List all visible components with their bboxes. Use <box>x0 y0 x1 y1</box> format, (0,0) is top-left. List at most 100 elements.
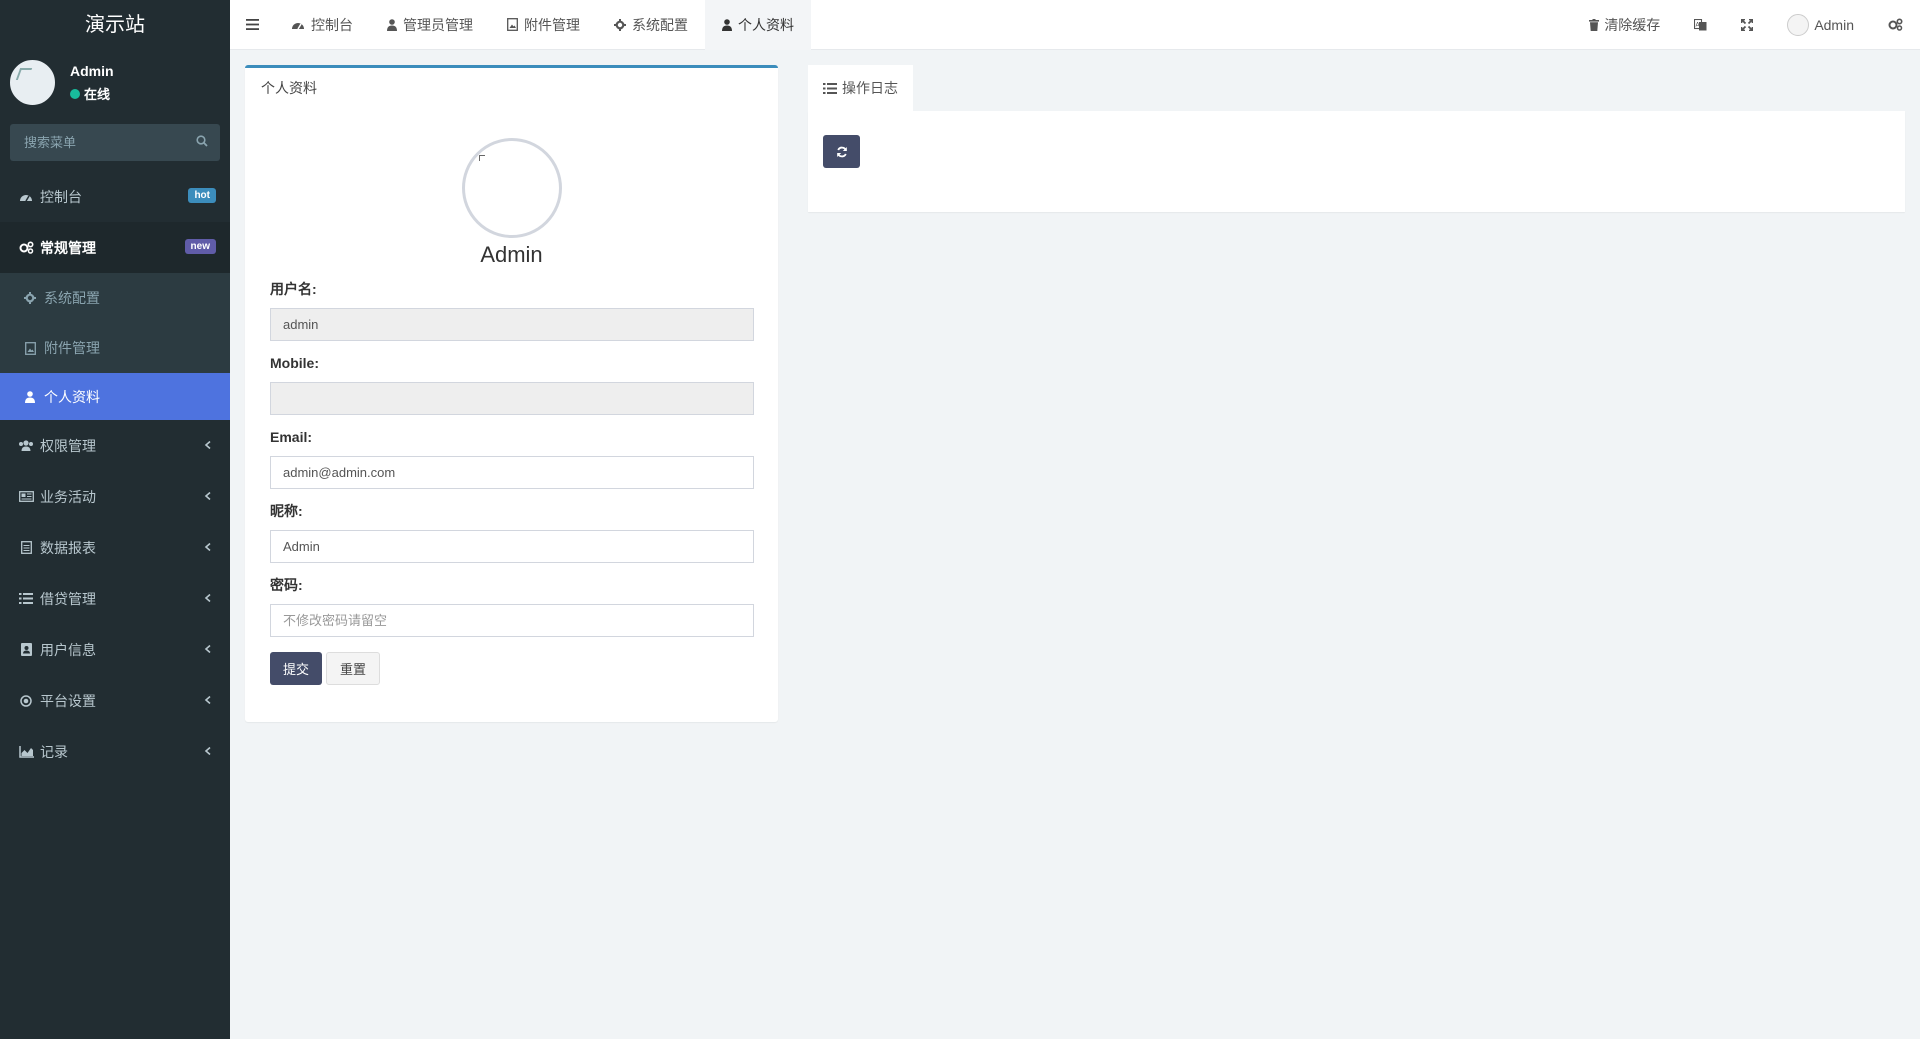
tab-label: 控制台 <box>311 16 353 33</box>
sidebar-item-label: 数据报表 <box>40 539 96 556</box>
tab-profile[interactable]: 个人资料 <box>705 0 811 50</box>
top-navbar: 控制台 管理员管理 附件管理 系统配置 个人资料 清除缓存 A Admin <box>230 0 1920 50</box>
hot-badge: hot <box>188 188 216 203</box>
fullscreen-button[interactable] <box>1724 0 1770 50</box>
username-field[interactable] <box>270 308 754 341</box>
tab-system-config[interactable]: 系统配置 <box>597 0 705 50</box>
sidebar-item-label: 借贷管理 <box>40 590 96 607</box>
list-icon <box>823 82 837 94</box>
profile-name: Admin <box>480 242 543 267</box>
user-name: Admin <box>70 63 114 79</box>
sidebar-item-user-info[interactable]: 用户信息 <box>0 624 230 675</box>
expand-icon <box>1741 18 1754 31</box>
password-label: 密码: <box>270 577 303 593</box>
cogs-icon <box>1888 18 1903 31</box>
sidebar-item-label: 用户信息 <box>40 641 96 658</box>
user-panel: Admin 在线 <box>0 50 230 114</box>
sidebar-item-platform-settings[interactable]: 平台设置 <box>0 675 230 726</box>
tab-label: 系统配置 <box>632 16 688 33</box>
avatar <box>1787 13 1810 36</box>
address-book-icon <box>18 643 34 657</box>
settings-button[interactable] <box>1871 0 1920 50</box>
sidebar: 演示站 Admin 在线 控制台 hot 常规管理 new 系统配置 <box>0 0 230 1039</box>
sidebar-toggle-button[interactable] <box>230 0 274 50</box>
tab-label: 附件管理 <box>524 16 580 33</box>
tab-dashboard[interactable]: 控制台 <box>274 0 370 50</box>
tab-admin-management[interactable]: 管理员管理 <box>370 0 490 50</box>
sidebar-item-label: 个人资料 <box>44 388 100 405</box>
language-button[interactable]: A <box>1677 0 1724 50</box>
sidebar-item-general[interactable]: 常规管理 new <box>0 222 230 273</box>
nickname-field[interactable] <box>270 530 754 563</box>
chevron-left-icon <box>204 696 212 704</box>
general-submenu: 系统配置 附件管理 <box>0 273 230 373</box>
chevron-left-icon <box>204 492 212 500</box>
sidebar-item-label: 常规管理 <box>40 239 96 256</box>
email-field[interactable] <box>270 456 754 489</box>
user-icon <box>22 390 38 404</box>
tab-label: 个人资料 <box>738 16 794 33</box>
profile-avatar[interactable] <box>462 138 562 238</box>
sidebar-item-label: 附件管理 <box>44 340 100 356</box>
sidebar-item-system-config[interactable]: 系统配置 <box>0 273 230 323</box>
log-tab-label: 操作日志 <box>842 80 898 96</box>
email-label: Email: <box>270 429 313 445</box>
clear-cache-label: 清除缓存 <box>1604 16 1661 33</box>
refresh-button[interactable] <box>823 135 860 168</box>
sidebar-item-records[interactable]: 记录 <box>0 726 230 777</box>
sidebar-item-label: 系统配置 <box>44 290 100 306</box>
nickname-label: 昵称: <box>270 503 303 519</box>
file-image-icon <box>507 18 518 31</box>
sidebar-item-permissions[interactable]: 权限管理 <box>0 420 230 471</box>
bars-icon <box>245 19 259 30</box>
area-chart-icon <box>18 745 34 759</box>
form-group-username: 用户名: <box>270 278 754 352</box>
translate-icon: A <box>1694 18 1707 31</box>
sidebar-item-label: 记录 <box>40 743 68 760</box>
file-text-icon <box>18 541 34 555</box>
chevron-left-icon <box>204 747 212 755</box>
main-content: 个人资料 Admin 用户名: Mobile: Email: 昵称: 密码: <box>230 50 1920 1039</box>
user-status: 在线 <box>70 84 110 103</box>
sidebar-item-label: 业务活动 <box>40 488 96 505</box>
chevron-left-icon <box>204 543 212 551</box>
users-icon <box>18 439 34 453</box>
mobile-label: Mobile: <box>270 355 319 371</box>
search-input[interactable] <box>10 124 220 161</box>
navbar-right: 清除缓存 A Admin <box>1572 0 1920 50</box>
profile-form: 用户名: Mobile: Email: 昵称: 密码: 提交 重置 <box>270 278 754 685</box>
chevron-left-icon <box>204 441 212 449</box>
password-field[interactable] <box>270 604 754 637</box>
brand-title[interactable]: 演示站 <box>0 0 230 50</box>
sidebar-item-loans[interactable]: 借贷管理 <box>0 573 230 624</box>
user-menu[interactable]: Admin <box>1770 0 1871 50</box>
sidebar-item-business[interactable]: 业务活动 <box>0 471 230 522</box>
reset-button[interactable]: 重置 <box>326 652 381 685</box>
sidebar-item-label: 控制台 <box>40 188 82 205</box>
avatar <box>10 60 55 105</box>
panel-title: 个人资料 <box>261 80 317 96</box>
form-buttons: 提交 重置 <box>270 652 754 685</box>
tab-attachments[interactable]: 附件管理 <box>490 0 597 50</box>
sidebar-item-attachments[interactable]: 附件管理 <box>0 323 230 373</box>
chevron-left-icon <box>204 594 212 602</box>
sidebar-item-reports[interactable]: 数据报表 <box>0 522 230 573</box>
operation-log-panel: 操作日志 <box>808 65 1905 212</box>
file-image-icon <box>22 341 38 355</box>
sidebar-search <box>10 124 220 161</box>
form-group-mobile: Mobile: <box>270 352 754 426</box>
tab-operation-log[interactable]: 操作日志 <box>808 65 913 111</box>
gear-icon <box>22 291 38 305</box>
clear-cache-button[interactable]: 清除缓存 <box>1572 0 1677 50</box>
search-icon[interactable] <box>196 135 208 147</box>
chevron-left-icon <box>204 645 212 653</box>
form-group-nickname: 昵称: <box>270 500 754 574</box>
user-icon <box>387 18 397 31</box>
sidebar-item-dashboard[interactable]: 控制台 hot <box>0 171 230 222</box>
sidebar-item-profile[interactable]: 个人资料 <box>0 373 230 420</box>
trash-icon <box>1589 18 1600 31</box>
tab-label: 管理员管理 <box>403 16 473 33</box>
log-body <box>808 111 1905 212</box>
mobile-field[interactable] <box>270 382 754 415</box>
submit-button[interactable]: 提交 <box>270 652 323 685</box>
